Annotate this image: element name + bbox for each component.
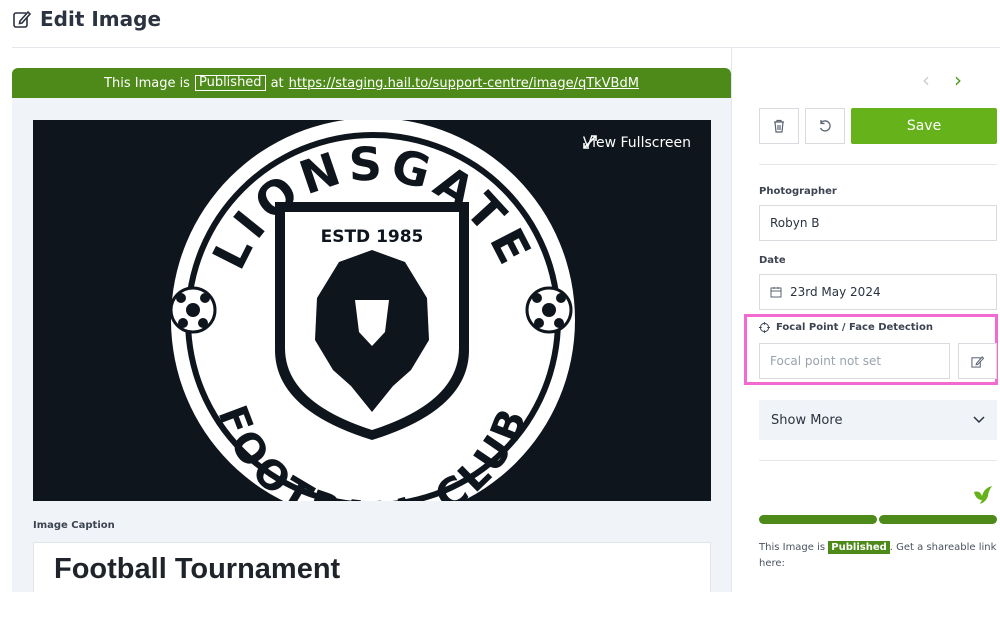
divider (759, 460, 997, 461)
fullscreen-label: View Fullscreen (582, 135, 691, 151)
focal-point-input[interactable]: Focal point not set (759, 343, 950, 379)
sidebar: ‹ › Save Photographer Robyn B Date 23rd … (731, 48, 1000, 592)
logo-estd-text: ESTD 1985 (321, 227, 424, 247)
divider (759, 164, 997, 165)
status-prefix: This Image is (104, 75, 190, 91)
bird-icon (974, 486, 992, 504)
photographer-label: Photographer (759, 186, 837, 197)
view-fullscreen-button[interactable]: View Fullscreen (583, 135, 691, 151)
show-more-label: Show More (771, 412, 843, 428)
caption-editor[interactable]: Football Tournament (33, 542, 711, 592)
date-field[interactable]: 23rd May 2024 (759, 274, 997, 310)
soccer-ball-right (525, 286, 573, 334)
at-label: at (270, 75, 284, 91)
share-info: This Image is Published. Get a shareable… (759, 540, 999, 572)
chevron-down-icon (973, 416, 985, 424)
share-status-badge: Published (828, 541, 890, 554)
trash-icon (774, 119, 784, 133)
date-label: Date (759, 255, 786, 266)
photographer-value: Robyn B (770, 216, 820, 230)
chevron-left-icon[interactable]: ‹ (922, 68, 930, 92)
chevron-right-icon[interactable]: › (954, 68, 962, 92)
focal-point-title: Focal Point / Face Detection (759, 322, 933, 333)
publish-status-bar: This Image is Published at https://stagi… (12, 68, 731, 98)
edit-icon (971, 355, 984, 368)
club-logo-image: LIONSGATE FOOTBALL CLUB ESTD 1985 (169, 120, 575, 501)
undo-icon (819, 120, 831, 132)
image-panel: This Image is Published at https://stagi… (12, 68, 731, 592)
focal-point-edit-button[interactable] (958, 343, 997, 379)
crosshair-icon (759, 322, 770, 333)
calendar-icon (770, 287, 782, 298)
image-url-link[interactable]: https://staging.hail.to/support-centre/i… (289, 76, 639, 91)
expand-icon (583, 135, 597, 149)
focal-point-placeholder: Focal point not set (770, 354, 882, 368)
image-navigation: ‹ › (922, 68, 962, 92)
save-button[interactable]: Save (851, 108, 997, 144)
focal-point-label: Focal Point / Face Detection (776, 322, 933, 333)
edit-icon (13, 10, 32, 28)
share-prefix: This Image is (759, 542, 826, 553)
progress-segment (759, 515, 877, 524)
page-header: Edit Image (12, 4, 161, 34)
page-title: Edit Image (40, 7, 162, 31)
photographer-field[interactable]: Robyn B (759, 205, 997, 241)
show-more-toggle[interactable]: Show More (759, 400, 997, 440)
image-preview[interactable]: LIONSGATE FOOTBALL CLUB ESTD 1985 (33, 120, 711, 501)
soccer-ball-left (169, 286, 217, 334)
progress-segment (879, 515, 997, 524)
action-bar: Save (759, 108, 997, 144)
date-value: 23rd May 2024 (790, 285, 881, 299)
caption-label: Image Caption (33, 520, 115, 531)
status-badge: Published (194, 75, 266, 91)
share-progress (759, 515, 997, 524)
delete-button[interactable] (759, 108, 799, 144)
revert-button[interactable] (805, 108, 845, 144)
caption-text: Football Tournament (54, 553, 341, 585)
